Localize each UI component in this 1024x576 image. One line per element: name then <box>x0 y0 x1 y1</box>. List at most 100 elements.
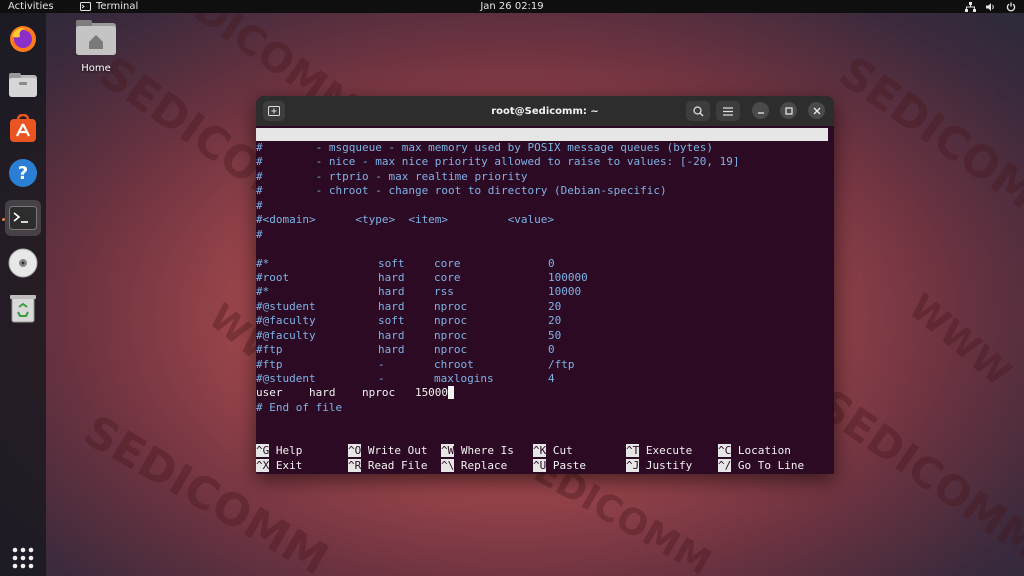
shortcut-item[interactable]: ^X Exit <box>256 458 302 473</box>
firefox-icon <box>10 26 36 52</box>
shortcut-key: ^O <box>348 444 362 457</box>
limits-type: hard <box>378 328 405 342</box>
limits-domain: #* <box>256 285 270 299</box>
menu-button[interactable] <box>716 101 740 121</box>
system-tray[interactable] <box>965 0 1016 13</box>
shortcut-item[interactable]: ^G Help <box>256 444 302 458</box>
terminal-content[interactable]: GNU nano 6.2 /etc/security/limits.conf *… <box>256 126 834 474</box>
limits-value: 0 <box>548 343 555 357</box>
shortcut-key: ^C <box>718 444 732 457</box>
limits-value: 100000 <box>548 270 588 284</box>
show-apps-button[interactable] <box>5 540 41 576</box>
shortcut-item[interactable]: ^W Where Is <box>441 444 514 458</box>
shortcut-item[interactable]: ^O Write Out <box>348 444 427 458</box>
dock-trash[interactable] <box>5 290 41 326</box>
maximize-button[interactable] <box>780 102 797 119</box>
dock-terminal[interactable] <box>5 200 41 236</box>
search-icon <box>692 105 703 116</box>
editor-text-area[interactable]: # - msgqueue - max memory used by POSIX … <box>256 141 828 415</box>
shortcut-label: Justify <box>639 458 693 472</box>
help-icon: ? <box>9 159 37 187</box>
limits-item: nproc <box>434 343 468 357</box>
power-icon <box>1006 2 1016 11</box>
window-titlebar[interactable]: root@Sedicomm: ~ <box>256 96 834 126</box>
desktop-home-icon[interactable]: Home <box>74 20 118 74</box>
limits-value: 20 <box>548 314 562 328</box>
dock-help[interactable]: ? <box>5 155 41 191</box>
shortcut-row: ^G Help ^O Write Out ^W Where Is ^K Cut ^T E… <box>256 444 828 459</box>
text-cursor <box>448 386 455 400</box>
shortcut-label: Write Out <box>361 444 428 457</box>
comment-line: # - nice - max nice priority allowed to … <box>256 155 740 169</box>
comment-line: # - rtprio - max realtime priority <box>256 169 528 183</box>
comment-line: # - chroot - change root to directory (D… <box>256 184 667 198</box>
shortcut-item[interactable]: ^\ Replace <box>441 458 507 473</box>
shortcut-key: ^/ <box>718 458 732 472</box>
window-title: root@Sedicomm: ~ <box>491 105 599 117</box>
minimize-button[interactable] <box>752 102 769 119</box>
limits-entry-row: #ftp - chroot/ftp <box>256 358 828 372</box>
dock-disc[interactable] <box>5 245 41 281</box>
limits-type: - <box>378 372 385 385</box>
terminal-window: root@Sedicomm: ~ GNU nano 6.2 /etc/secur… <box>256 96 834 474</box>
hamburger-menu-icon <box>723 106 733 116</box>
volume-icon <box>986 2 994 11</box>
watermark-text: SEDICOMM <box>809 379 1024 570</box>
files-icon <box>9 73 37 97</box>
comment-line <box>256 242 828 256</box>
limits-type: hard <box>378 270 405 284</box>
limits-value: /ftp <box>548 357 575 371</box>
terminal-icon <box>9 206 37 230</box>
limits-item: core <box>434 256 461 270</box>
watermark-text: WWW <box>900 286 1019 395</box>
shortcut-item[interactable]: ^R Read File <box>348 458 427 473</box>
shortcut-label: Paste <box>546 458 586 472</box>
limits-domain: #root <box>256 270 290 284</box>
disc-icon <box>8 248 38 278</box>
dock-files[interactable] <box>5 67 41 103</box>
shortcut-key: ^K <box>533 444 547 457</box>
dock-software[interactable] <box>5 111 41 147</box>
software-store-icon <box>10 114 36 142</box>
shortcut-item[interactable]: ^/ Go To Line <box>718 458 805 473</box>
limits-type: hard <box>378 343 405 357</box>
limits-type: hard <box>378 285 405 299</box>
home-label: Home <box>81 63 111 74</box>
limits-entry-row: #@student - maxlogins 4 <box>256 372 828 386</box>
network-icon <box>965 1 976 12</box>
limits-value: 4 <box>548 372 555 385</box>
shortcut-label: Where Is <box>454 444 514 457</box>
limits-type: soft <box>378 256 405 270</box>
limits-item: rss <box>434 285 454 299</box>
limits-domain: #ftp <box>256 343 283 357</box>
limits-value: 20 <box>548 299 562 313</box>
dock: ? <box>0 13 46 576</box>
shortcut-key: ^W <box>441 444 455 457</box>
clock[interactable]: Jan 26 02:19 <box>0 0 1024 13</box>
dock-firefox[interactable] <box>5 21 41 57</box>
limits-entry-row: #* hard rss 10000 <box>256 285 828 299</box>
end-of-file-line: # End of file <box>256 400 343 414</box>
limits-entry-row: #root hard core 100000 <box>256 271 828 285</box>
limits-item: nproc <box>434 314 468 328</box>
shortcut-item[interactable]: ^C Location <box>718 444 791 458</box>
shortcut-label: Help <box>269 444 303 457</box>
limits-domain: #* <box>256 256 270 270</box>
shortcut-item[interactable]: ^T Execute <box>626 444 692 458</box>
search-button[interactable] <box>686 101 710 121</box>
limits-item: nproc <box>434 328 468 342</box>
shortcut-key: ^X <box>256 458 270 472</box>
active-indicator <box>2 218 5 221</box>
home-folder-icon <box>76 20 116 55</box>
shortcut-row: ^X Exit ^R Read File ^\ Replace ^U Paste ^J … <box>256 458 828 474</box>
close-button[interactable] <box>808 102 825 119</box>
shortcut-item[interactable]: ^J Justify <box>626 458 693 473</box>
limits-type: soft <box>378 314 405 328</box>
shortcut-label: Go To Line <box>731 458 805 472</box>
shortcut-label: Execute <box>639 444 693 457</box>
shortcut-item[interactable]: ^U Paste <box>533 458 586 473</box>
limits-item: core <box>434 270 461 284</box>
limits-entry-row: #@faculty soft nproc 20 <box>256 314 828 328</box>
shortcut-item[interactable]: ^K Cut <box>533 444 573 458</box>
terminal-scrollbar[interactable] <box>828 126 834 474</box>
